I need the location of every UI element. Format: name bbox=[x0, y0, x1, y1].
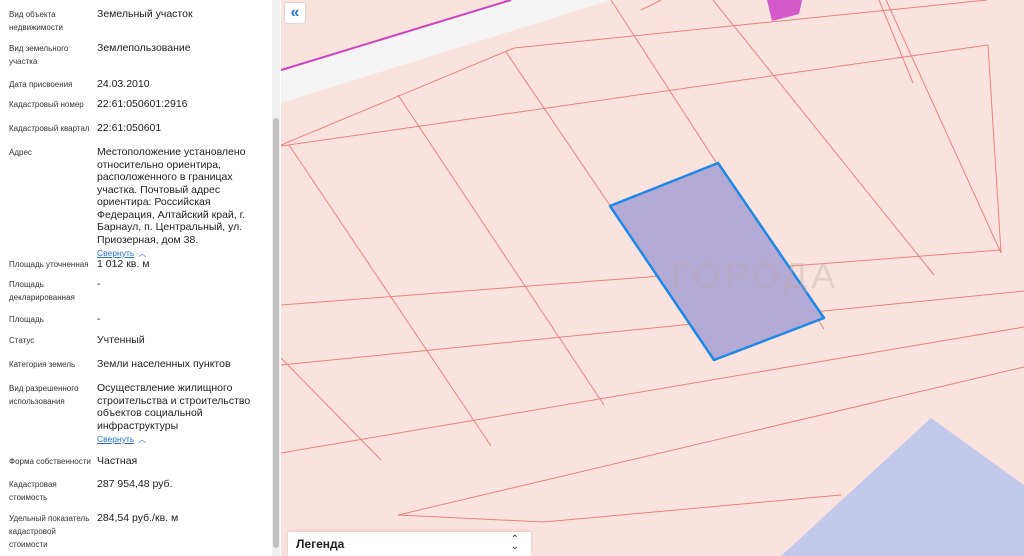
field-label: Кадастровый номер bbox=[9, 100, 84, 109]
field-value: - bbox=[97, 313, 101, 325]
water-body bbox=[781, 418, 1024, 556]
field-label: Кадастровый квартал bbox=[9, 124, 90, 133]
field-label: Кадастровая стоимость bbox=[9, 480, 57, 502]
field-label: Категория земель bbox=[9, 360, 76, 369]
field-value: 24.03.2010 bbox=[97, 78, 150, 90]
field-label: Площадь декларированная bbox=[9, 280, 75, 302]
scrollbar-thumb[interactable] bbox=[273, 118, 279, 548]
field-value: Землепользование bbox=[97, 42, 191, 54]
field-value: Частная bbox=[97, 455, 138, 467]
field-label: Площадь bbox=[9, 315, 44, 324]
field-value-wrap: Осуществление жилищного строительства и … bbox=[97, 382, 269, 446]
building-block bbox=[767, 0, 802, 21]
field-value: 22:61:050601:2916 bbox=[97, 98, 188, 110]
field-label: Вид земельного участка bbox=[9, 44, 69, 66]
collapse-panel-button[interactable]: « bbox=[284, 2, 306, 24]
field-value: 284,54 руб./кв. м bbox=[97, 512, 179, 524]
field-value: Земли населенных пунктов bbox=[97, 358, 231, 370]
field-label: Площадь уточненная bbox=[9, 260, 89, 269]
field-value: - bbox=[97, 278, 101, 290]
field-value-wrap: Местоположение установлено относительно … bbox=[97, 146, 269, 260]
double-chevron-left-icon: « bbox=[290, 4, 300, 21]
permitted-use-value: Осуществление жилищного строительства и … bbox=[97, 382, 251, 432]
cadastral-map[interactable]: ГОРОДА bbox=[281, 0, 1024, 556]
address-value: Местоположение установлено относительно … bbox=[97, 146, 246, 246]
panel-scrollbar[interactable] bbox=[272, 0, 280, 556]
field-label: Статус bbox=[9, 336, 35, 345]
field-label: Форма собственности bbox=[9, 457, 91, 466]
field-value: 287 954,48 руб. bbox=[97, 478, 173, 490]
chevron-up-icon: ︿ bbox=[138, 435, 147, 444]
field-label: Удельный показатель кадастровой стоимост… bbox=[9, 514, 90, 549]
field-label: Вид разрешенного использования bbox=[9, 384, 79, 406]
expand-collapse-icon: ⌃ ⌄ bbox=[510, 534, 519, 552]
field-value: Земельный участок bbox=[97, 8, 193, 20]
collapse-permitted-use-link[interactable]: Свернуть ︿ bbox=[97, 433, 269, 446]
legend-dropdown[interactable]: Легенда ⌃ ⌄ bbox=[288, 532, 531, 556]
property-info-panel: Вид объекта недвижимости Земельный участ… bbox=[0, 0, 270, 556]
watermark: ГОРОДА bbox=[671, 255, 840, 296]
field-value: 1 012 кв. м bbox=[97, 258, 150, 270]
map-canvas[interactable] bbox=[281, 0, 1024, 556]
field-value: Учтенный bbox=[97, 334, 145, 346]
field-value: 22:61:050601 bbox=[97, 122, 162, 134]
field-label: Адрес bbox=[9, 148, 32, 157]
field-label: Дата присвоения bbox=[9, 80, 73, 89]
legend-label: Легенда bbox=[296, 537, 345, 551]
field-label: Вид объекта недвижимости bbox=[9, 10, 63, 32]
road bbox=[281, 0, 611, 103]
